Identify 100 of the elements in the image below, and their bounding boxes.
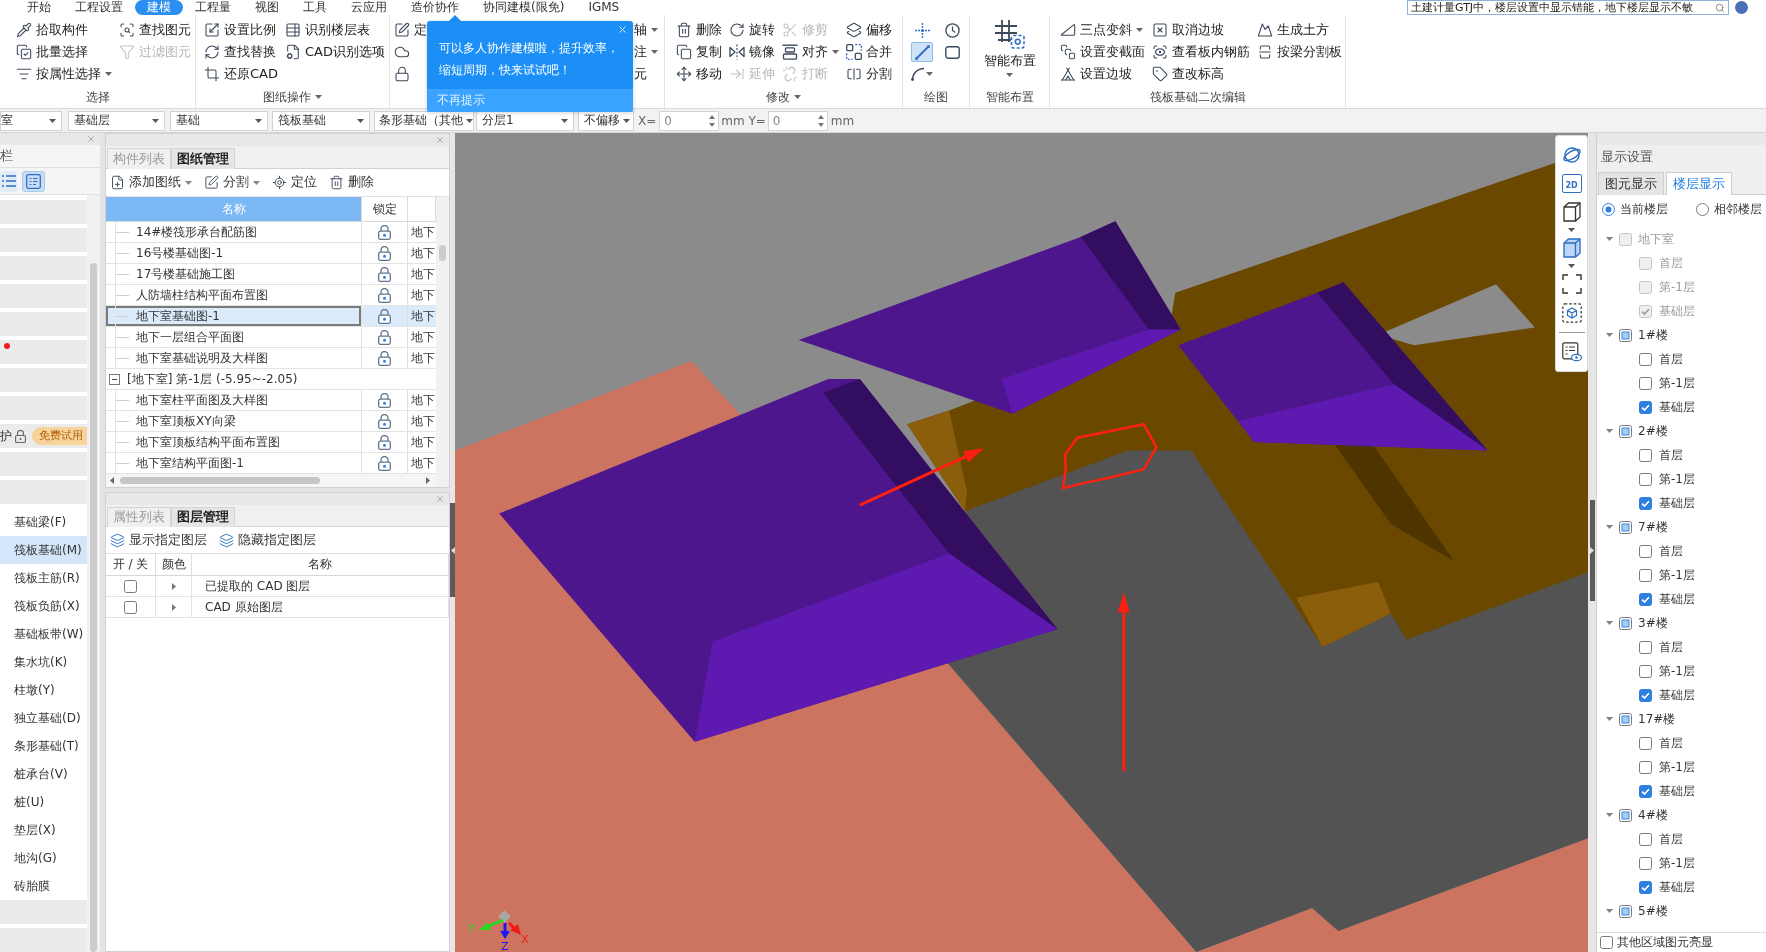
toolbar-button[interactable]: 智能布置 <box>983 19 1036 77</box>
tree-label[interactable]: 基础层 <box>1659 782 1695 800</box>
checkbox[interactable] <box>1619 712 1632 726</box>
type-dropdown[interactable]: 筏板基础 <box>272 110 370 131</box>
category-dropdown[interactable]: 基础 <box>170 110 268 131</box>
toolbar-button[interactable]: 移动 <box>676 63 722 85</box>
number-field[interactable]: 0 <box>767 110 828 131</box>
toolbar-button[interactable]: 查看板内钢筋 <box>1152 41 1250 63</box>
toolbar-button[interactable]: 添加图纸 <box>110 174 192 191</box>
view-toggle[interactable] <box>0 170 17 192</box>
spinner-icon[interactable] <box>709 114 716 127</box>
tree-label[interactable]: 3#楼 <box>1638 614 1668 632</box>
search-field[interactable]: 土建计量GTJ中，楼层设置中显示错能，地下楼层显示不敏 <box>1407 0 1729 15</box>
table-row[interactable]: 人防墙柱结构平面布置图 地下 <box>106 285 436 306</box>
table-row[interactable]: 地下室结构平面图-1 地下 <box>106 453 436 474</box>
caret-icon[interactable] <box>1568 228 1575 232</box>
table-row[interactable]: 16号楼基础图-1 地下 <box>106 243 436 264</box>
toolbar-button[interactable]: 复制 <box>676 41 722 63</box>
tree-label[interactable]: 基础层 <box>1659 590 1695 608</box>
caret-icon[interactable] <box>1605 333 1613 337</box>
tree-label[interactable]: 基础层 <box>1659 398 1695 416</box>
tree-label[interactable]: 第-1层 <box>1659 662 1695 680</box>
radio-button[interactable] <box>1602 203 1615 216</box>
radio-label[interactable]: 当前楼层 <box>1620 201 1668 218</box>
toolbar-button[interactable]: 轴 <box>634 19 658 41</box>
checkbox[interactable] <box>1619 616 1632 630</box>
toolbar-button[interactable]: 查找图元 <box>119 19 191 41</box>
drawing-tool-button[interactable] <box>911 42 933 62</box>
tree-label[interactable]: 2#楼 <box>1638 422 1668 440</box>
checkbox[interactable] <box>124 600 137 614</box>
checkbox[interactable] <box>1639 856 1652 870</box>
checkbox[interactable] <box>1639 544 1652 558</box>
layer-dropdown[interactable]: 分层1 <box>476 110 574 131</box>
component-dropdown[interactable]: 条形基础（其他 <box>374 110 474 131</box>
caret-icon[interactable] <box>426 477 430 484</box>
toolbar-button[interactable]: 按属性选择 <box>16 63 112 85</box>
tree-label[interactable]: 基础层 <box>1659 878 1695 896</box>
tree-label[interactable]: 第-1层 <box>1659 374 1695 392</box>
toolbar-button[interactable]: 删除 <box>329 174 374 191</box>
checkbox[interactable] <box>1619 520 1632 534</box>
checkbox[interactable] <box>1639 376 1652 390</box>
caret-icon[interactable] <box>171 582 176 590</box>
checkbox[interactable] <box>1639 352 1652 366</box>
toolbar-button[interactable]: 删除 <box>676 19 722 41</box>
scrollbar-thumb[interactable] <box>120 477 320 484</box>
checkbox[interactable] <box>1619 808 1632 822</box>
checkbox[interactable] <box>1639 688 1652 702</box>
menu-tab[interactable]: 云应用 <box>339 0 399 15</box>
checkbox[interactable] <box>1639 400 1652 414</box>
table-row[interactable]: 17号楼基础施工图 地下 <box>106 264 436 285</box>
menu-tab[interactable]: 造价协作 <box>399 0 471 15</box>
panel-tab[interactable]: 图层管理 <box>171 507 235 527</box>
caret-icon[interactable] <box>110 477 114 484</box>
avatar-icon[interactable] <box>1735 1 1748 14</box>
checkbox[interactable] <box>1639 640 1652 654</box>
model-viewport[interactable]: Y Z X 2D <box>455 133 1588 952</box>
caret-icon[interactable] <box>1605 429 1613 433</box>
table-row[interactable]: 地下室顶板结构平面布置图 地下 <box>106 432 436 453</box>
checkbox[interactable] <box>1619 328 1632 342</box>
caret-icon[interactable] <box>1605 909 1613 913</box>
tree-label[interactable]: 基础层 <box>1659 494 1695 512</box>
caret-icon[interactable] <box>1605 621 1613 625</box>
toolbar-button[interactable]: 偏移 <box>846 19 892 41</box>
menu-tab[interactable]: IGMS <box>576 0 632 15</box>
tree-label[interactable]: 首层 <box>1659 830 1683 848</box>
tree-label[interactable]: 5#楼 <box>1638 902 1668 920</box>
tree-label[interactable]: 首层 <box>1659 542 1683 560</box>
trial-badge[interactable]: 免费试用 <box>32 427 87 445</box>
panel-tab[interactable]: 楼层显示 <box>1666 172 1732 195</box>
toolbar-button[interactable]: 批量选择 <box>16 41 112 63</box>
checkbox[interactable] <box>1619 904 1632 918</box>
panel-tab[interactable]: 图纸管理 <box>171 148 235 169</box>
tree-label[interactable]: 基础层 <box>1659 686 1695 704</box>
checkbox[interactable] <box>1639 472 1652 486</box>
checkbox[interactable] <box>1639 496 1652 510</box>
panel-tab[interactable]: 图元显示 <box>1598 172 1664 195</box>
menu-tab[interactable]: 开始 <box>15 0 63 15</box>
caret-icon[interactable] <box>1605 717 1613 721</box>
caret-icon[interactable] <box>1605 525 1613 529</box>
tree-label[interactable]: 第-1层 <box>1659 566 1695 584</box>
toolbar-button[interactable]: 定 <box>394 19 427 41</box>
toolbar-button[interactable]: 取消边坡 <box>1152 19 1250 41</box>
tree-label[interactable]: 1#楼 <box>1638 326 1668 344</box>
caret-icon[interactable] <box>1568 264 1575 268</box>
building-dropdown[interactable]: 室 <box>0 110 62 131</box>
checkbox[interactable] <box>1639 760 1652 774</box>
toolbar-button[interactable]: 显示指定图层 <box>110 531 207 549</box>
checkbox[interactable] <box>124 579 137 593</box>
tree-label[interactable]: 7#楼 <box>1638 518 1668 536</box>
toolbar-button[interactable]: 识别楼层表 <box>285 19 385 41</box>
toolbar-button[interactable]: 隐藏指定图层 <box>219 531 316 549</box>
view-toggle[interactable] <box>22 170 45 192</box>
toolbar-button[interactable]: CAD识别选项 <box>285 41 385 63</box>
table-row[interactable]: 地下室基础说明及大样图 地下 <box>106 348 436 369</box>
spinner-icon[interactable] <box>817 114 824 127</box>
tree-label[interactable]: 第-1层 <box>1659 470 1695 488</box>
checkbox[interactable] <box>1639 880 1652 894</box>
menu-tab[interactable]: 工具 <box>291 0 339 15</box>
toolbar-button[interactable]: 定位 <box>272 174 317 191</box>
menu-tab[interactable]: 视图 <box>243 0 291 15</box>
